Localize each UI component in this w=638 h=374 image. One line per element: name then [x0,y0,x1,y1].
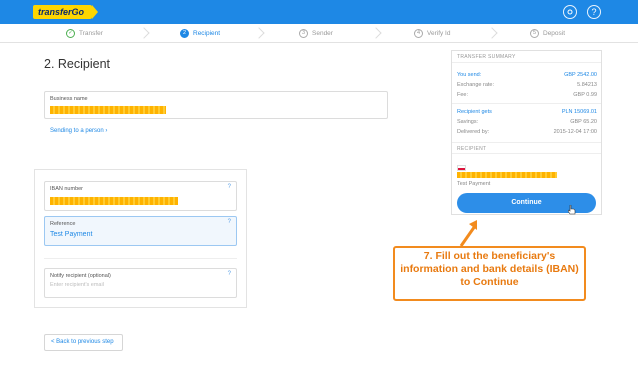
hand-cursor-icon [568,205,576,215]
row-value: 5.84213 [577,82,597,88]
row-value: GBP 65.20 [570,119,597,125]
field-label: IBAN number [50,186,84,192]
step-label: Deposit [543,30,566,37]
row-label: Exchange rate: [457,82,494,88]
iban-field[interactable]: IBAN number ? [44,181,237,211]
step-label: Recipient [193,30,221,37]
summary-row-delivered-by: Delivered by: 2015-12-04 17:00 [457,129,597,135]
row-label: You send: [457,72,482,78]
field-label: Reference [50,221,76,227]
row-value: GBP 2542.00 [564,72,597,78]
page-title: 2. Recipient [44,57,111,71]
step-number: 4 [414,28,423,38]
step-number: 5 [530,28,539,38]
reference-field[interactable]: Reference ? Test Payment [44,216,237,246]
field-label: Business name [50,96,88,102]
step-deposit[interactable]: 5 Deposit [530,27,565,40]
summary-row-exchange-rate: Exchange rate: 5.84213 [457,82,597,88]
chevron-right-icon [488,26,497,41]
step-sender[interactable]: 3 Sender [299,27,333,40]
email-placeholder: Enter recipient's email [50,282,104,288]
sending-to-person-link[interactable]: Sending to a person › [50,128,107,134]
row-value: GBP 0.99 [573,92,597,98]
step-verify-id[interactable]: 4 Verify Id [414,27,450,40]
row-label: Savings: [457,119,479,125]
help-icon[interactable]: ? [228,184,231,190]
instruction-callout: 7. Fill out the beneficiary's informatio… [393,246,586,301]
step-label: Sender [312,30,333,37]
step-transfer[interactable]: ✓ Transfer [66,27,103,40]
top-navigation-bar: transferGo ? [0,0,638,24]
divider [44,258,237,259]
summary-row-recipient-gets: Recipient gets PLN 15069.01 [457,109,597,115]
help-icon[interactable]: ? [228,219,231,225]
chevron-right-icon [140,26,149,41]
step-number: 3 [299,28,308,38]
chevron-right-icon [255,26,264,41]
step-recipient[interactable]: 2 Recipient [180,27,220,40]
progress-steps: ✓ Transfer 2 Recipient 3 Sender 4 Verify Id … [0,24,638,43]
recipient-reference: Test Payment [457,181,491,187]
step-number: 2 [180,28,189,38]
transfergo-logo[interactable]: transferGo [33,5,99,19]
transfer-summary-panel: TRANSFER SUMMARY You send: GBP 2542.00 Ex… [451,50,602,215]
notify-recipient-field[interactable]: Notify recipient (optional) ? Enter reci… [44,268,237,298]
row-label: Delivered by: [457,129,490,135]
summary-row-fee: Fee: GBP 0.99 [457,92,597,98]
row-label: Recipient gets [457,109,492,115]
summary-row-you-send: You send: GBP 2542.00 [457,72,597,78]
divider [452,103,601,104]
reference-value: Test Payment [50,231,93,238]
arrow-up-icon [459,220,477,247]
step-label: Transfer [79,30,103,37]
gear-icon[interactable] [563,5,577,19]
redacted-recipient-name [457,172,557,178]
business-name-field[interactable]: Business name [44,91,388,119]
step-label: Verify Id [427,30,451,37]
check-icon: ✓ [66,28,75,38]
redacted-value [50,197,178,205]
poland-flag-icon [457,165,466,171]
summary-row-savings: Savings: GBP 65.20 [457,119,597,125]
field-label: Notify recipient (optional) [50,273,111,279]
help-icon[interactable]: ? [228,271,231,277]
summary-heading: TRANSFER SUMMARY [452,51,601,63]
help-icon[interactable]: ? [587,5,601,19]
back-to-previous-step-button[interactable]: < Back to previous step [44,334,123,351]
row-value: PLN 15069.01 [561,109,597,115]
recipient-heading: RECIPIENT [452,142,601,154]
chevron-right-icon [372,26,381,41]
row-value: 2015-12-04 17:00 [553,129,597,135]
redacted-value [50,106,166,114]
row-label: Fee: [457,92,469,98]
